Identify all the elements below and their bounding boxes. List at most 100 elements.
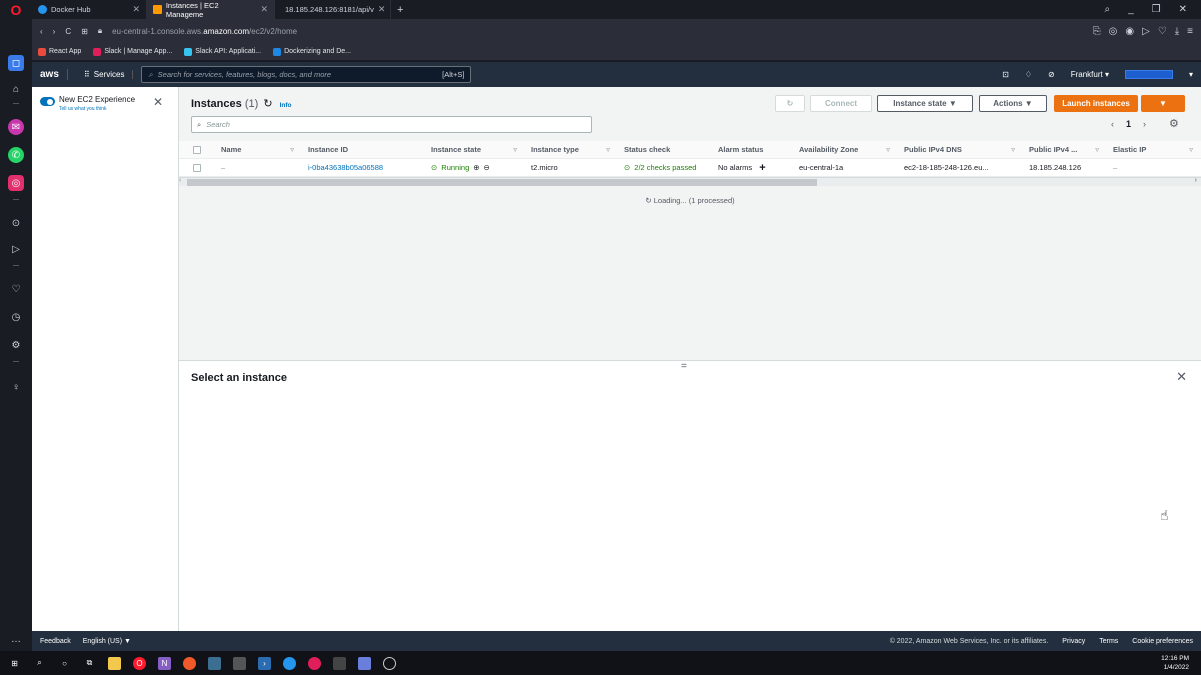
aws-logo[interactable]: aws <box>40 69 68 80</box>
heart-icon[interactable]: ♡ <box>1158 26 1167 37</box>
refresh-button[interactable]: ↻ <box>775 95 805 112</box>
settings-icon[interactable]: ⚙ <box>8 337 24 353</box>
scrollbar-thumb[interactable] <box>187 179 817 186</box>
close-tab-icon[interactable]: ✕ <box>260 4 268 15</box>
column-public-dns[interactable]: Public IPv4 DNS ▿ <box>898 145 1023 154</box>
table-row[interactable]: – i-0ba43638b05a06588 ⊙ Running ⊕ ⊖ t2.mi… <box>179 159 1201 177</box>
row-checkbox[interactable] <box>179 163 215 172</box>
bookmark-slack-api[interactable]: Slack API: Applicati... <box>184 47 261 56</box>
column-public-ipv4[interactable]: Public IPv4 ... ▿ <box>1023 145 1107 154</box>
column-elastic-ip[interactable]: Elastic IP ▿ <box>1107 145 1201 154</box>
docker-icon[interactable] <box>283 656 296 670</box>
bookmark-slack-manage[interactable]: Slack | Manage App... <box>93 47 172 56</box>
cell-instance-id[interactable]: i-0ba43638b05a06588 <box>302 163 425 172</box>
close-icon[interactable]: ✕ <box>153 95 163 109</box>
info-link[interactable]: Info <box>280 102 292 109</box>
messenger-icon[interactable]: ✉ <box>8 119 24 135</box>
column-alarm-status[interactable]: Alarm status <box>712 145 793 154</box>
lightbulb-icon[interactable]: ♀ <box>8 379 24 395</box>
speed-dial-icon[interactable]: ⊞ <box>81 27 88 36</box>
gear-icon[interactable]: ⚙ <box>1169 117 1179 130</box>
terminal-icon[interactable] <box>333 656 346 670</box>
column-instance-state[interactable]: Instance state ▿ <box>425 145 525 154</box>
cookie-preferences-link[interactable]: Cookie preferences <box>1132 638 1193 645</box>
tab-api[interactable]: 18.185.248.126:8181/api/v ✕ <box>275 0 391 19</box>
windows-start-icon[interactable]: ⊞ <box>8 657 21 670</box>
history-icon[interactable]: ◷ <box>8 309 24 325</box>
feedback-link[interactable]: Feedback <box>40 638 71 645</box>
tab-ec2-instances[interactable]: Instances | EC2 Manageme ✕ <box>147 0 275 19</box>
app-icon[interactable] <box>383 656 396 670</box>
wallet-icon[interactable]: ◉ <box>1125 26 1134 37</box>
column-instance-id[interactable]: Instance ID <box>302 145 425 154</box>
region-selector[interactable]: Frankfurt ▾ <box>1071 70 1109 79</box>
minimize-icon[interactable]: _ <box>1128 4 1134 15</box>
search-icon[interactable]: ⌕ <box>33 657 46 670</box>
slack-icon[interactable] <box>308 656 321 670</box>
prev-page-icon[interactable]: ‹ <box>1111 119 1114 129</box>
add-alarm-icon[interactable]: + <box>759 162 765 174</box>
account-menu[interactable] <box>1124 70 1173 79</box>
column-availability-zone[interactable]: Availability Zone ▿ <box>793 145 898 154</box>
chevron-down-icon[interactable]: ▾ <box>1189 70 1193 79</box>
opera-logo-icon[interactable]: O <box>0 0 32 19</box>
new-tab-button[interactable]: + <box>391 4 409 16</box>
privacy-link[interactable]: Privacy <box>1062 638 1085 645</box>
services-menu[interactable]: ⠿ Services <box>76 70 134 79</box>
column-status-check[interactable]: Status check <box>618 145 712 154</box>
scroll-right-icon[interactable]: › <box>1195 177 1197 184</box>
powershell-icon[interactable]: › <box>258 656 271 670</box>
cortana-icon[interactable]: ○ <box>58 657 71 670</box>
horizontal-scrollbar[interactable]: ‹ › <box>179 177 1201 186</box>
camera-icon[interactable]: ◎ <box>1109 26 1118 37</box>
next-page-icon[interactable]: › <box>1143 119 1146 129</box>
cloudshell-icon[interactable]: ⊡ <box>1002 70 1009 79</box>
actions-button[interactable]: Actions ▼ <box>979 95 1047 112</box>
resize-handle[interactable]: = <box>681 361 687 372</box>
player-icon[interactable]: ⊙ <box>8 215 24 231</box>
close-tab-icon[interactable]: ✕ <box>132 4 140 15</box>
app-icon[interactable] <box>233 656 246 670</box>
flow-sidebar-icon[interactable]: ▷ <box>8 241 24 257</box>
workspace-icon[interactable]: ◻ <box>8 55 24 71</box>
heart-sidebar-icon[interactable]: ♡ <box>8 281 24 297</box>
visual-studio-icon[interactable]: N <box>158 656 171 670</box>
instances-search-input[interactable]: ⌕ Search <box>191 116 592 133</box>
back-icon[interactable]: ‹ <box>40 27 43 36</box>
zoom-out-icon[interactable]: ⊖ <box>484 163 490 172</box>
download-icon[interactable]: ⤓ <box>1175 26 1179 37</box>
select-all-checkbox[interactable] <box>179 145 215 154</box>
rdp-icon[interactable] <box>208 656 221 670</box>
more-icon[interactable]: … <box>8 631 24 647</box>
zoom-in-icon[interactable]: ⊕ <box>473 163 479 172</box>
share-icon[interactable]: ⎘ <box>1093 26 1101 37</box>
scroll-left-icon[interactable]: ‹ <box>179 177 181 184</box>
close-icon[interactable]: ✕ <box>1176 369 1187 385</box>
tell-us-link[interactable]: Tell us what you think <box>59 106 107 112</box>
help-icon[interactable]: ⊘ <box>1048 70 1055 79</box>
instance-state-button[interactable]: Instance state ▼ <box>877 95 973 112</box>
postman-icon[interactable] <box>183 656 196 670</box>
notifications-icon[interactable]: ♢ <box>1025 70 1032 79</box>
aws-search-input[interactable]: ⌕ Search for services, features, blogs, … <box>141 66 472 83</box>
taskbar-clock[interactable]: 12:16 PM 1/4/2022 <box>1161 654 1193 672</box>
flow-icon[interactable]: ▷ <box>1142 26 1150 37</box>
column-name[interactable]: Name ▿ <box>215 145 302 154</box>
restore-icon[interactable]: ❐ <box>1152 4 1161 15</box>
menu-icon[interactable]: ≡ <box>1187 26 1193 37</box>
column-instance-type[interactable]: Instance type ▿ <box>525 145 618 154</box>
whatsapp-icon[interactable]: ✆ <box>8 147 24 163</box>
language-selector[interactable]: English (US) ▼ <box>83 638 131 645</box>
terms-link[interactable]: Terms <box>1099 638 1118 645</box>
opera-icon[interactable]: O <box>133 656 146 670</box>
connect-button[interactable]: Connect <box>810 95 872 112</box>
bookmark-react-app[interactable]: React App <box>38 47 81 56</box>
forward-icon[interactable]: › <box>53 27 56 36</box>
file-explorer-icon[interactable] <box>108 656 121 670</box>
app-icon[interactable] <box>358 656 371 670</box>
instagram-icon[interactable]: ◎ <box>8 175 24 191</box>
launch-dropdown-button[interactable]: ▼ <box>1141 95 1185 112</box>
search-tabs-icon[interactable]: ⌕ <box>1104 4 1110 15</box>
launch-instances-button[interactable]: Launch instances <box>1054 95 1138 112</box>
reload-icon[interactable]: C <box>65 27 71 36</box>
